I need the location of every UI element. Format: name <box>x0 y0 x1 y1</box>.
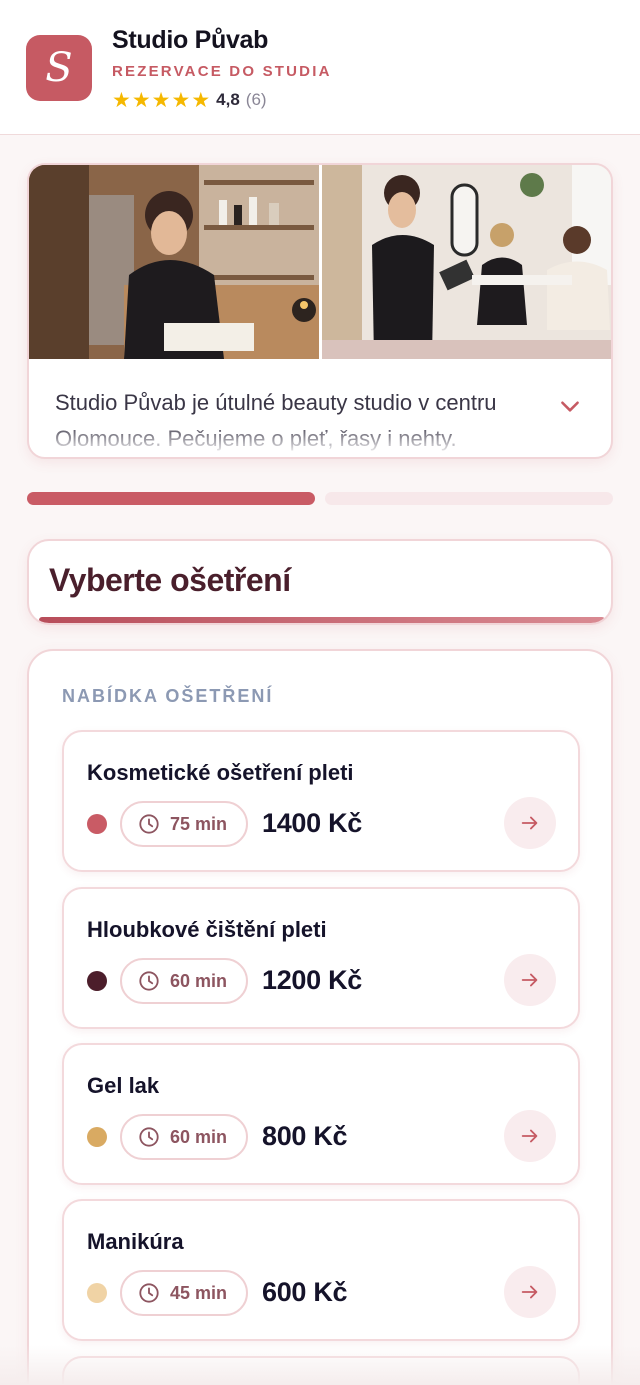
studio-name: Studio Půvab <box>112 26 269 54</box>
service-color-dot <box>87 1127 107 1147</box>
select-service-button[interactable] <box>504 1110 556 1162</box>
star-icon: ★ <box>171 88 191 112</box>
chevron-down-icon[interactable] <box>557 393 583 419</box>
section-header: Vyberte ošetření <box>27 539 613 625</box>
service-card[interactable]: Hloubkové čištění pleti 60 min 1200 Kč <box>62 887 580 1029</box>
title-underline <box>39 617 605 623</box>
select-service-button[interactable] <box>504 1266 556 1318</box>
service-color-dot <box>87 814 107 834</box>
service-name: Hloubkové čištění pleti <box>87 917 327 942</box>
services-panel: NABÍDKA OŠETŘENÍ Kosmetické ošetření ple… <box>27 649 613 1385</box>
rating-value: 4,8 <box>216 90 240 109</box>
services-label: NABÍDKA OŠETŘENÍ <box>62 686 274 706</box>
progress-step-active <box>27 492 315 505</box>
star-icon: ★ <box>191 88 211 112</box>
service-duration: 60 min <box>170 970 228 991</box>
service-name: Gel lak <box>87 1073 160 1098</box>
select-service-button[interactable] <box>504 954 556 1006</box>
service-duration: 60 min <box>170 1126 228 1147</box>
studio-logo: S <box>26 35 92 101</box>
service-card[interactable]: Kosmetické ošetření pleti 75 min 1400 Kč <box>62 730 580 872</box>
service-price: 600 Kč <box>262 1277 348 1307</box>
scroll-fade <box>0 1345 640 1385</box>
studio-subtitle: REZERVACE DO STUDIA <box>112 63 332 80</box>
app-header: S Studio Půvab REZERVACE DO STUDIA ★ ★ ★… <box>0 0 640 135</box>
duration-badge: 60 min <box>120 1114 248 1160</box>
arrow-right-icon <box>521 816 538 830</box>
arrow-right-icon <box>521 973 538 987</box>
service-card[interactable]: Gel lak 60 min 800 Kč <box>62 1043 580 1185</box>
star-icon: ★ <box>131 88 151 112</box>
select-service-button[interactable] <box>504 797 556 849</box>
service-price: 1200 Kč <box>262 965 362 995</box>
rating-stars: ★ ★ ★ ★ ★ <box>112 90 210 111</box>
star-icon: ★ <box>151 88 171 112</box>
clock-icon <box>139 1283 159 1303</box>
page-title: Vyberte ošetření <box>49 562 291 598</box>
studio-description: Studio Půvab je útulné beauty studio v c… <box>55 390 497 451</box>
clock-icon <box>139 814 159 834</box>
service-price: 800 Kč <box>262 1121 348 1151</box>
arrow-right-icon <box>521 1285 538 1299</box>
duration-badge: 45 min <box>120 1270 248 1316</box>
rating-count: (6) <box>245 90 267 109</box>
progress-step-inactive <box>325 492 613 505</box>
service-name: Manikúra <box>87 1229 184 1254</box>
service-color-dot <box>87 1283 107 1303</box>
star-icon: ★ <box>112 88 131 112</box>
duration-badge: 75 min <box>120 801 248 847</box>
studio-photo-salon <box>322 165 611 359</box>
service-price: 1400 Kč <box>262 808 362 838</box>
studio-info-card: Studio Půvab je útulné beauty studio v c… <box>27 163 613 459</box>
service-duration: 45 min <box>170 1282 228 1303</box>
service-card[interactable]: Manikúra 45 min 600 Kč <box>62 1199 580 1341</box>
rating: ★ ★ ★ ★ ★ 4,8 (6) <box>112 88 267 112</box>
clock-icon <box>139 1127 159 1147</box>
service-duration: 75 min <box>170 813 228 834</box>
studio-photo-reception <box>29 165 319 359</box>
duration-badge: 60 min <box>120 958 248 1004</box>
service-color-dot <box>87 971 107 991</box>
clock-icon <box>139 971 159 991</box>
arrow-right-icon <box>521 1129 538 1143</box>
service-name: Kosmetické ošetření pleti <box>87 760 354 785</box>
